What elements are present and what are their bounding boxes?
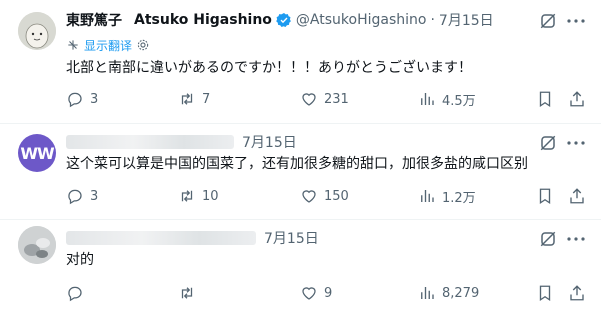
more-icon[interactable] [567, 134, 585, 152]
author-name[interactable]: 東野篤子 [66, 10, 122, 30]
divider [0, 219, 601, 220]
translate-icon [68, 40, 78, 50]
repost-icon [181, 190, 193, 202]
views-button[interactable]: 4.5万 [418, 89, 476, 109]
like-count: 150 [324, 188, 349, 204]
grok-icon[interactable] [539, 12, 557, 30]
grok-icon[interactable] [539, 230, 557, 248]
bookmark-icon [539, 188, 551, 205]
repost-count: 10 [202, 188, 219, 204]
redacted-author[interactable] [66, 135, 234, 149]
avatar[interactable]: WW [18, 134, 56, 172]
like-button[interactable]: 150 [300, 186, 349, 206]
share-button[interactable] [568, 283, 586, 303]
repost-button[interactable]: 10 [178, 186, 219, 206]
avatar-initials: WW [20, 143, 54, 163]
like-button[interactable]: 231 [300, 89, 349, 109]
bookmark-button[interactable] [536, 283, 554, 303]
grok-icon[interactable] [539, 134, 557, 152]
post-text: 这个菜可以算是中国的国菜了，还有加很多糖的甜口，加很多盐的咸口区别 [66, 156, 528, 172]
avatar[interactable] [18, 12, 56, 50]
post-date[interactable]: 7月15日 [264, 228, 319, 248]
handle[interactable]: @AtsukoHigashino [296, 12, 427, 28]
action-bar: 3 10 150 1.2万 [66, 186, 586, 206]
reply-count: 3 [90, 188, 99, 204]
avatar[interactable] [18, 226, 56, 264]
views-icon [421, 93, 434, 105]
post-date[interactable]: 7月15日 [439, 10, 494, 30]
repost-button[interactable] [178, 283, 202, 303]
repost-icon [181, 93, 193, 105]
views-icon [421, 287, 434, 299]
repost-count: 7 [202, 91, 211, 107]
divider [0, 123, 601, 124]
like-count: 231 [324, 91, 349, 107]
post-date[interactable]: 7月15日 [242, 132, 297, 152]
translate-row[interactable]: 显示翻译 [66, 36, 150, 54]
like-icon [302, 287, 316, 300]
repost-icon [181, 287, 193, 299]
repost-button[interactable]: 7 [178, 89, 210, 109]
post-text: 对的 [66, 252, 94, 268]
settings-icon[interactable] [136, 38, 150, 52]
like-count: 9 [324, 285, 333, 301]
action-bar: 9 8,279 [66, 283, 586, 303]
reply-button[interactable]: 3 [66, 186, 98, 206]
more-icon[interactable] [567, 230, 585, 248]
share-icon [570, 188, 584, 204]
verified-icon [276, 12, 292, 28]
views-count: 8,279 [442, 285, 480, 301]
views-count: 1.2万 [442, 190, 476, 206]
views-count: 4.5万 [442, 93, 476, 109]
share-icon [570, 285, 584, 301]
share-icon [570, 91, 584, 107]
share-button[interactable] [568, 186, 586, 206]
share-button[interactable] [568, 89, 586, 109]
separator-dot: · [430, 12, 435, 28]
more-icon[interactable] [567, 12, 585, 30]
redacted-author[interactable] [66, 231, 256, 245]
like-icon [302, 93, 316, 106]
bookmark-button[interactable] [536, 89, 554, 109]
reply-button[interactable] [66, 283, 90, 303]
bookmark-icon [539, 285, 551, 302]
reply-count: 3 [90, 91, 99, 107]
views-icon [421, 190, 434, 202]
views-button[interactable]: 1.2万 [418, 186, 476, 206]
reply-icon [68, 286, 82, 302]
bookmark-button[interactable] [536, 186, 554, 206]
reply-icon [68, 92, 82, 108]
action-bar: 3 7 231 4.5万 [66, 89, 586, 109]
views-button[interactable]: 8,279 [418, 283, 479, 303]
like-button[interactable]: 9 [300, 283, 332, 303]
display-name[interactable]: Atsuko Higashino [134, 12, 272, 28]
reply-button[interactable]: 3 [66, 89, 98, 109]
post-text: 北部と南部に違いがあるのですか！！！ありがとうございます！ [66, 60, 472, 76]
like-icon [302, 190, 316, 203]
bookmark-icon [539, 91, 551, 108]
reply-icon [68, 189, 82, 205]
translate-link[interactable]: 显示翻译 [84, 37, 132, 54]
